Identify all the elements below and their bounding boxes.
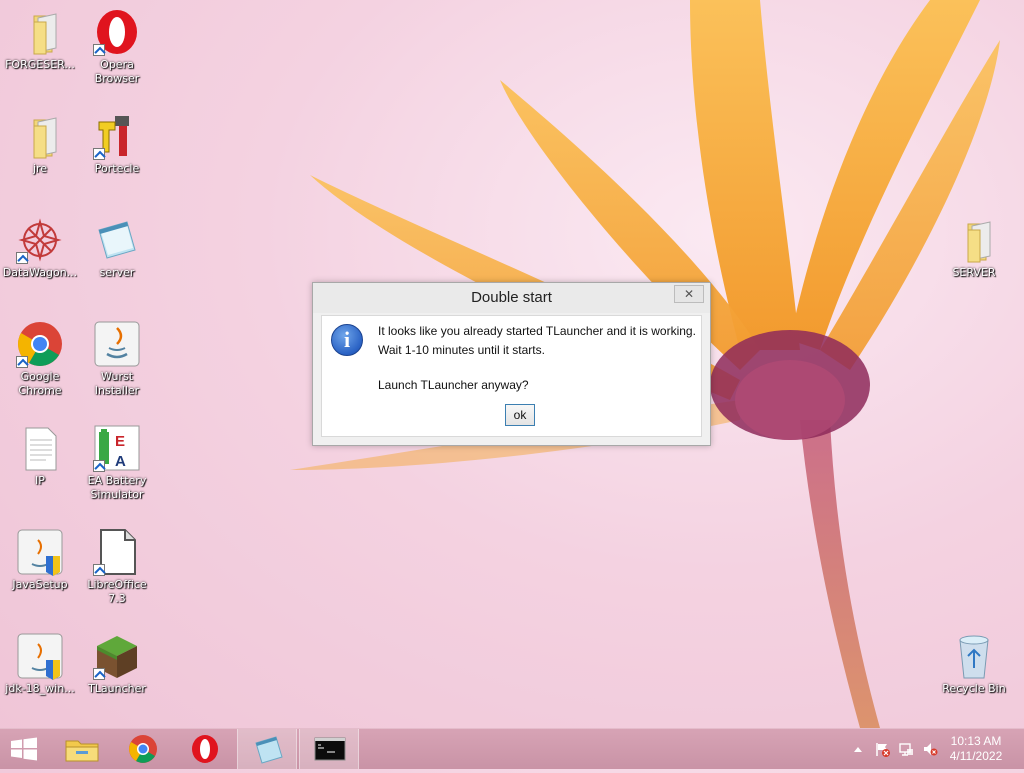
shortcut-arrow-icon [93,564,105,576]
volume-muted-icon[interactable] [922,741,938,757]
svg-text:A: A [115,453,126,470]
notepad-icon [255,736,283,764]
svg-text:E: E [115,433,125,450]
desktop-icon-label: DataWagon... [2,266,78,279]
network-icon[interactable] [898,741,914,757]
dialog-body: i It looks like you already started TLau… [321,315,702,437]
portecle-icon [93,112,141,160]
shortcut-arrow-icon [16,252,28,264]
folder-icon [950,216,998,264]
shortcut-arrow-icon [93,148,105,160]
taskbar-chrome[interactable] [113,729,173,769]
text-file-icon [16,424,64,472]
opera-icon [192,735,218,763]
desktop-icon-tlauncher[interactable]: TLauncher [77,626,157,722]
java-setup-icon [16,528,64,576]
libreoffice-icon [93,528,141,576]
dialog-message-line1: It looks like you already started TLaunc… [378,324,696,338]
java-setup-icon [16,632,64,680]
taskbar-clock[interactable]: 10:13 AM 4/11/2022 [946,734,1006,764]
dialog-title: Double start [471,289,552,306]
desktop-icon-label: Portecle [94,162,140,175]
desktop-icon-label: EA Battery Simulator [87,474,147,501]
desktop-icon-ea-battery-simulator[interactable]: EA EA Battery Simulator [77,418,157,514]
desktop-icon-datawagon[interactable]: DataWagon... [0,210,80,306]
dialog-titlebar[interactable]: Double start ✕ [313,283,710,313]
notepad-icon [93,216,141,264]
desktop-icon-portecle[interactable]: Portecle [77,106,157,202]
desktop-icon-jre[interactable]: jre [0,106,80,202]
clock-date: 4/11/2022 [949,749,1003,763]
windows-start-icon [11,737,37,761]
folder-icon [16,8,64,56]
file-explorer-icon [65,740,99,762]
taskbar-file-explorer[interactable] [52,729,112,769]
taskbar-cmd[interactable] [299,729,359,769]
desktop-icon-jdk[interactable]: jdk-18_win... [0,626,80,722]
desktop-icon-label: Recycle Bin [942,682,1006,695]
folder-icon [16,112,64,160]
action-center-flag-icon[interactable] [874,741,890,757]
clock-time: 10:13 AM [950,734,1002,748]
taskbar-notepad[interactable] [237,729,297,769]
shortcut-arrow-icon [16,356,28,368]
shortcut-arrow-icon [93,460,105,472]
desktop-icon-google-chrome[interactable]: Google Chrome [0,314,80,410]
desktop-icon-libreoffice[interactable]: LibreOffice 7.3 [77,522,157,618]
desktop-icon-label: SERVER [952,266,996,279]
desktop-icon-wurst-installer[interactable]: Wurst Installer [77,314,157,410]
ok-button[interactable]: ok [505,404,535,426]
info-icon: i [331,324,363,356]
cmd-icon [314,737,346,761]
double-start-dialog: Double start ✕ i It looks like you alrea… [312,282,711,446]
desktop-icon-label: Wurst Installer [94,370,140,397]
chrome-icon [16,320,64,368]
desktop-icon-label: FORGESER... [5,58,75,71]
desktop-icon-server[interactable]: server [77,210,157,306]
taskbar: 10:13 AM 4/11/2022 [0,728,1024,769]
dialog-message-line2: Wait 1-10 minutes until it starts. [378,343,545,357]
start-button[interactable] [0,729,48,769]
close-button[interactable]: ✕ [674,285,704,303]
recycle-bin-icon [950,632,998,680]
desktop-icon-label: Opera Browser [94,58,140,85]
desktop-icon-recycle-bin[interactable]: Recycle Bin [934,626,1014,722]
dialog-question: Launch TLauncher anyway? [378,378,529,392]
desktop-icon-opera[interactable]: Opera Browser [77,2,157,98]
desktop-icon-javasetup[interactable]: JavaSetup [0,522,80,618]
desktop-icon-label: LibreOffice 7.3 [87,578,147,605]
opera-icon [93,8,141,56]
java-icon [93,320,141,368]
desktop-icon-label: IP [35,474,45,487]
shortcut-arrow-icon [93,44,105,56]
desktop-icon-label: server [99,266,135,279]
ea-battery-icon: EA [93,424,141,472]
taskbar-opera[interactable] [175,729,235,769]
desktop-icon-label: jdk-18_win... [5,682,75,695]
desktop-icon-label: Google Chrome [18,370,62,397]
desktop-icon-label: TLauncher [88,682,146,695]
chrome-icon [129,735,157,763]
desktop-icon-ip[interactable]: IP [0,418,80,514]
datawagon-icon [16,216,64,264]
show-hidden-icons[interactable] [850,741,866,757]
minecraft-icon [93,632,141,680]
desktop-icon-server-folder[interactable]: SERVER [934,210,1014,306]
desktop-icon-forgeserver[interactable]: FORGESER... [0,2,80,98]
desktop-icon-label: JavaSetup [12,578,68,591]
desktop-icon-label: jre [32,162,48,175]
shortcut-arrow-icon [93,668,105,680]
